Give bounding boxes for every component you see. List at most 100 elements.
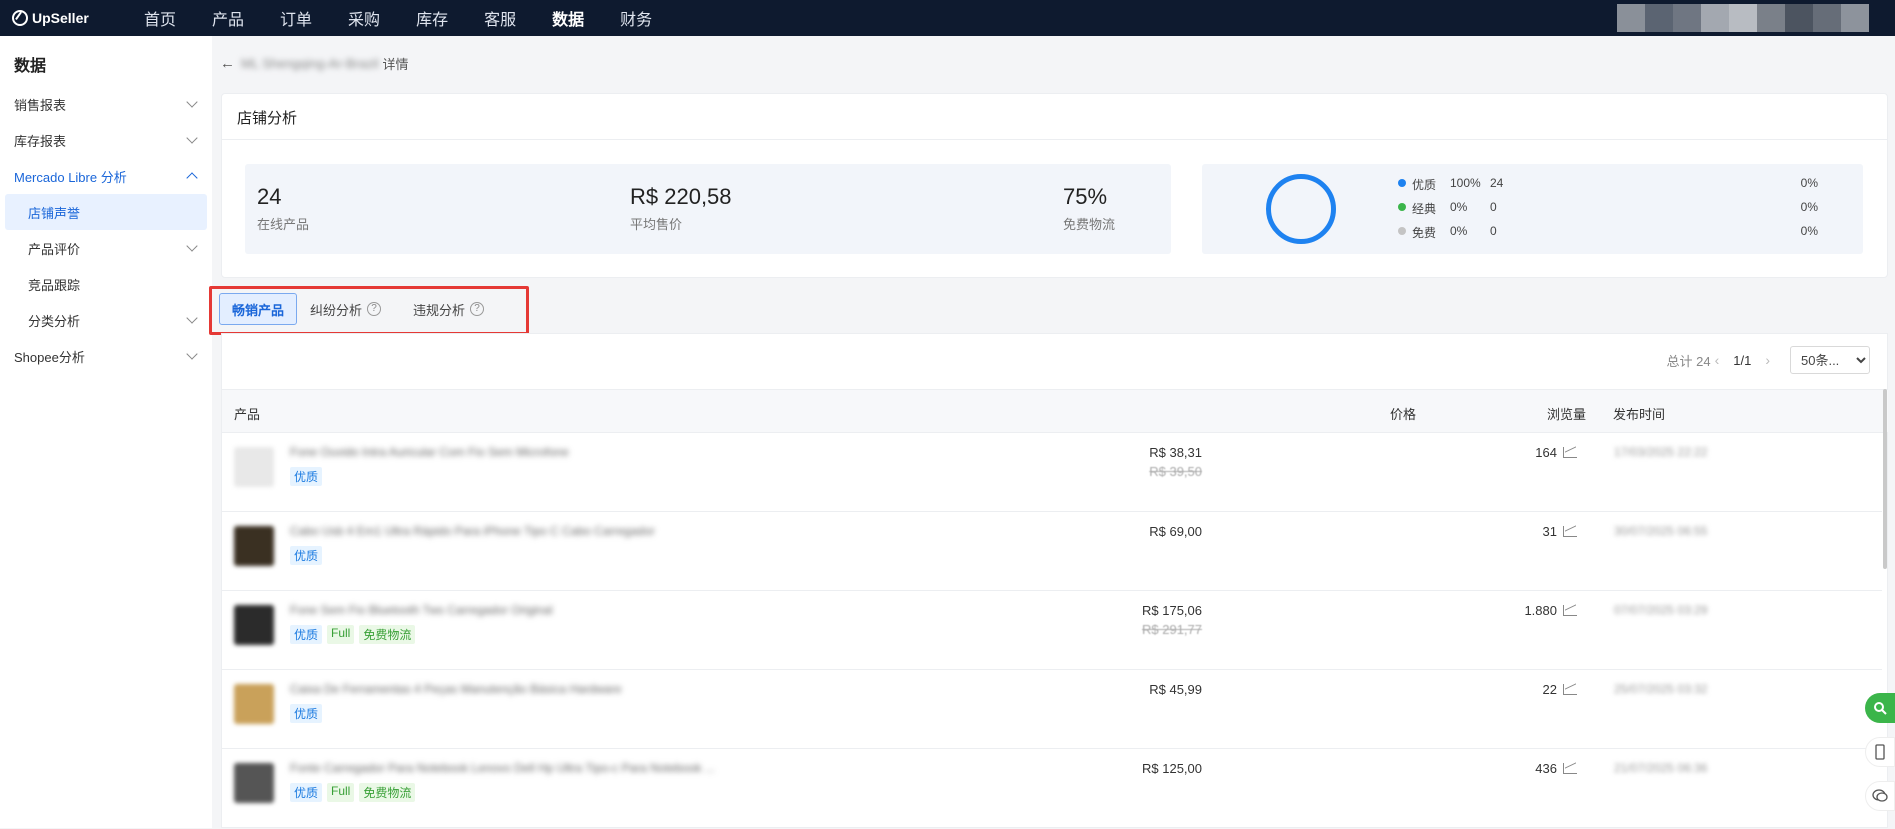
- product-thumbnail[interactable]: [234, 763, 274, 803]
- tab-dispute-analysis[interactable]: 纠纷分析?: [298, 293, 393, 325]
- product-thumbnail[interactable]: [234, 605, 274, 645]
- legend-premium: 优质 100% 24 0%: [1398, 176, 1818, 193]
- nav-purchase[interactable]: 采购: [348, 6, 380, 30]
- nav-home[interactable]: 首页: [144, 6, 176, 30]
- sidebar-item-competitor-tracking[interactable]: 竞品跟踪: [0, 266, 212, 302]
- product-price: R$ 38,31 R$ 39,50: [1149, 445, 1202, 479]
- product-views: 31: [1543, 524, 1577, 539]
- help-icon[interactable]: ?: [367, 302, 382, 316]
- product-name[interactable]: Caixa De Ferramentas 4 Peças Manutenção …: [290, 682, 622, 696]
- chevron-down-icon: [186, 348, 198, 360]
- product-views: 164: [1535, 445, 1577, 460]
- user-account-area[interactable]: [1617, 4, 1869, 32]
- nav-service[interactable]: 客服: [484, 6, 516, 30]
- trend-chart-icon[interactable]: [1563, 684, 1577, 695]
- trend-chart-icon[interactable]: [1563, 605, 1577, 616]
- stat-average-price: R$ 220,58 平均售价: [630, 184, 732, 232]
- table-row[interactable]: Fonte Carregador Para Notebook Lenovo De…: [222, 749, 1882, 828]
- table-row[interactable]: Caixa De Ferramentas 4 Peças Manutenção …: [222, 670, 1882, 749]
- best-selling-table-card: 总计 24 ‹ 1/1 › 50条... 产品 价格 浏览量 发布时间 Fone…: [221, 333, 1888, 828]
- search-icon: [1874, 702, 1887, 715]
- nav-data[interactable]: 数据: [552, 6, 584, 30]
- product-name[interactable]: Fonte Carregador Para Notebook Lenovo De…: [290, 761, 715, 775]
- sidebar-item-inventory-report[interactable]: 库存报表: [0, 122, 212, 158]
- product-name[interactable]: Cabo Usb 4 Em1 Ultra Rápido Para iPhone …: [290, 524, 655, 538]
- product-thumbnail[interactable]: [234, 447, 274, 487]
- mobile-icon: [1875, 744, 1885, 760]
- product-price: R$ 175,06 R$ 291,77: [1142, 603, 1202, 637]
- product-thumbnail[interactable]: [234, 684, 274, 724]
- nav-orders[interactable]: 订单: [280, 6, 312, 30]
- main-nav: 首页 产品 订单 采购 库存 客服 数据 财务: [144, 6, 688, 30]
- sidebar-item-store-reputation[interactable]: 店铺声誉: [5, 194, 207, 230]
- page-size-select[interactable]: 50条...: [1790, 346, 1870, 374]
- back-arrow-icon[interactable]: ←: [220, 55, 235, 72]
- help-icon[interactable]: ?: [470, 302, 485, 316]
- tab-best-selling[interactable]: 畅销产品: [219, 293, 298, 325]
- publish-date: 25/07/2025 03:32: [1614, 682, 1708, 696]
- pagination: 总计 24 ‹ 1/1 › 50条...: [1667, 346, 1870, 374]
- col-published[interactable]: 发布时间: [1613, 404, 1665, 423]
- top-navbar: UpSeller 首页 产品 订单 采购 库存 客服 数据 财务: [0, 0, 1895, 36]
- table-header: 产品 价格 浏览量 发布时间: [222, 389, 1888, 433]
- legend-classic: 经典 0% 0 0%: [1398, 200, 1818, 217]
- legend-free: 免费 0% 0 0%: [1398, 224, 1818, 241]
- product-name[interactable]: Fone Ouvido Intra Auricular Com Fio Sem …: [290, 445, 569, 459]
- listing-type-donut: [1266, 174, 1336, 244]
- listing-type-panel: 优质 100% 24 0% 经典 0% 0 0% 免费 0% 0 0%: [1202, 164, 1863, 254]
- product-tag: 免费物流: [359, 783, 416, 802]
- stat-free-shipping: 75% 免费物流: [1063, 184, 1116, 232]
- sidebar-item-mercado-analysis[interactable]: Mercado Libre 分析: [0, 158, 212, 194]
- shop-analysis-card: 店铺分析 24 在线产品 R$ 220,58 平均售价 75% 免费物流 优质 100%…: [221, 93, 1888, 278]
- product-tag: 优质: [290, 783, 323, 802]
- trend-chart-icon[interactable]: [1563, 447, 1577, 458]
- product-thumbnail[interactable]: [234, 526, 274, 566]
- nav-inventory[interactable]: 库存: [416, 6, 448, 30]
- col-price[interactable]: 价格: [1390, 404, 1416, 423]
- stat-online-products: 24 在线产品: [257, 184, 310, 232]
- tab-violation-analysis[interactable]: 违规分析?: [401, 293, 496, 325]
- product-tag: 优质: [290, 625, 323, 644]
- sidebar-item-product-review[interactable]: 产品评价: [0, 230, 212, 266]
- original-price: R$ 291,77: [1142, 622, 1202, 637]
- sidebar-title: 数据: [14, 58, 47, 75]
- product-price: R$ 45,99: [1149, 682, 1202, 697]
- table-row[interactable]: Fone Ouvido Intra Auricular Com Fio Sem …: [222, 433, 1882, 512]
- legend-dot: [1398, 179, 1406, 187]
- breadcrumb: ← ML Shengqing-Ar-Brazil 详情: [220, 54, 409, 73]
- product-price: R$ 69,00: [1149, 524, 1202, 539]
- product-tags: 优质: [290, 467, 327, 486]
- publish-date: 30/07/2025 06:55: [1614, 524, 1708, 538]
- product-tag: 优质: [290, 546, 323, 565]
- product-name[interactable]: Fone Sem Fio Bluetooth Tws Carregador Or…: [290, 603, 553, 617]
- scrollbar-thumb[interactable]: [1883, 389, 1887, 569]
- col-product: 产品: [234, 407, 261, 422]
- product-tag: 免费物流: [359, 625, 416, 644]
- mobile-float-button[interactable]: [1865, 737, 1895, 767]
- upseller-logo[interactable]: UpSeller: [12, 10, 122, 26]
- product-views: 22: [1543, 682, 1577, 697]
- product-views: 1.880: [1524, 603, 1577, 618]
- chevron-down-icon: [186, 132, 198, 144]
- sidebar-item-sales-report[interactable]: 销售报表: [0, 86, 212, 122]
- breadcrumb-store-name[interactable]: ML Shengqing-Ar-Brazil: [241, 56, 379, 71]
- nav-products[interactable]: 产品: [212, 6, 244, 30]
- publish-date: 07/07/2025 03:29: [1614, 603, 1708, 617]
- product-tag: 优质: [290, 467, 323, 486]
- trend-chart-icon[interactable]: [1563, 526, 1577, 537]
- table-row[interactable]: Fone Sem Fio Bluetooth Tws Carregador Or…: [222, 591, 1882, 670]
- legend-dot: [1398, 203, 1406, 211]
- product-tags: 优质: [290, 546, 327, 565]
- sidebar-item-category-analysis[interactable]: 分类分析: [0, 302, 212, 338]
- legend-dot: [1398, 227, 1406, 235]
- chat-float-button[interactable]: [1865, 781, 1895, 811]
- prev-page-icon[interactable]: ‹: [1715, 352, 1720, 368]
- nav-finance[interactable]: 财务: [620, 6, 652, 30]
- col-views[interactable]: 浏览量: [1547, 404, 1586, 423]
- search-float-button[interactable]: [1865, 693, 1895, 723]
- chat-icon: [1872, 789, 1888, 802]
- table-row[interactable]: Cabo Usb 4 Em1 Ultra Rápido Para iPhone …: [222, 512, 1882, 591]
- trend-chart-icon[interactable]: [1563, 763, 1577, 774]
- next-page-icon[interactable]: ›: [1765, 352, 1770, 368]
- sidebar-item-shopee-analysis[interactable]: Shopee分析: [0, 338, 212, 374]
